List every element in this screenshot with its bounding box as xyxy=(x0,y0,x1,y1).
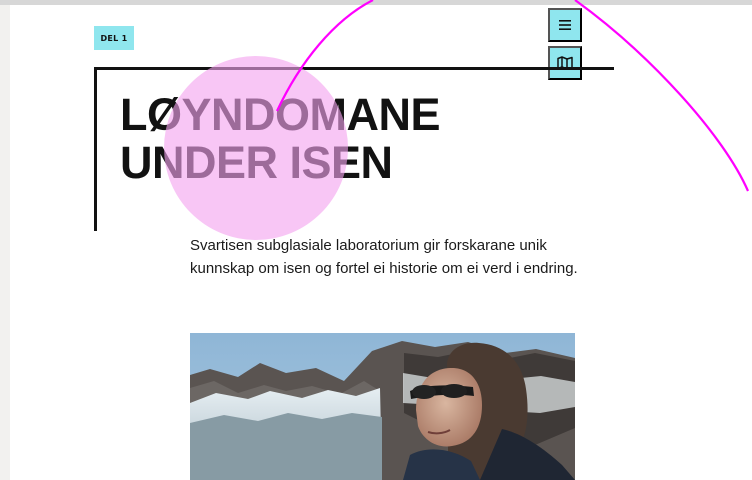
headline-frame-top xyxy=(94,67,614,70)
article-page: DEL 1 LØYNDOMANE UNDER ISEN Svartisen su… xyxy=(10,5,752,480)
menu-button[interactable] xyxy=(548,8,582,42)
article-title: LØYNDOMANE UNDER ISEN xyxy=(120,91,540,187)
woman-glacier-photo-illustration xyxy=(190,333,575,480)
section-badge: DEL 1 xyxy=(94,26,134,50)
headline-frame-left xyxy=(94,67,97,231)
section-badge-label: DEL 1 xyxy=(100,33,128,43)
map-button[interactable] xyxy=(548,46,582,80)
hamburger-menu-icon xyxy=(559,20,571,30)
left-gutter xyxy=(0,5,10,480)
article-title-line-1: LØYNDOMANE xyxy=(120,89,441,140)
article-title-line-2: UNDER ISEN xyxy=(120,137,393,188)
article-lead: Svartisen subglasiale laboratorium gir f… xyxy=(190,237,578,277)
hero-photo xyxy=(190,333,575,480)
browser-viewport: DEL 1 LØYNDOMANE UNDER ISEN Svartisen su… xyxy=(0,0,752,480)
